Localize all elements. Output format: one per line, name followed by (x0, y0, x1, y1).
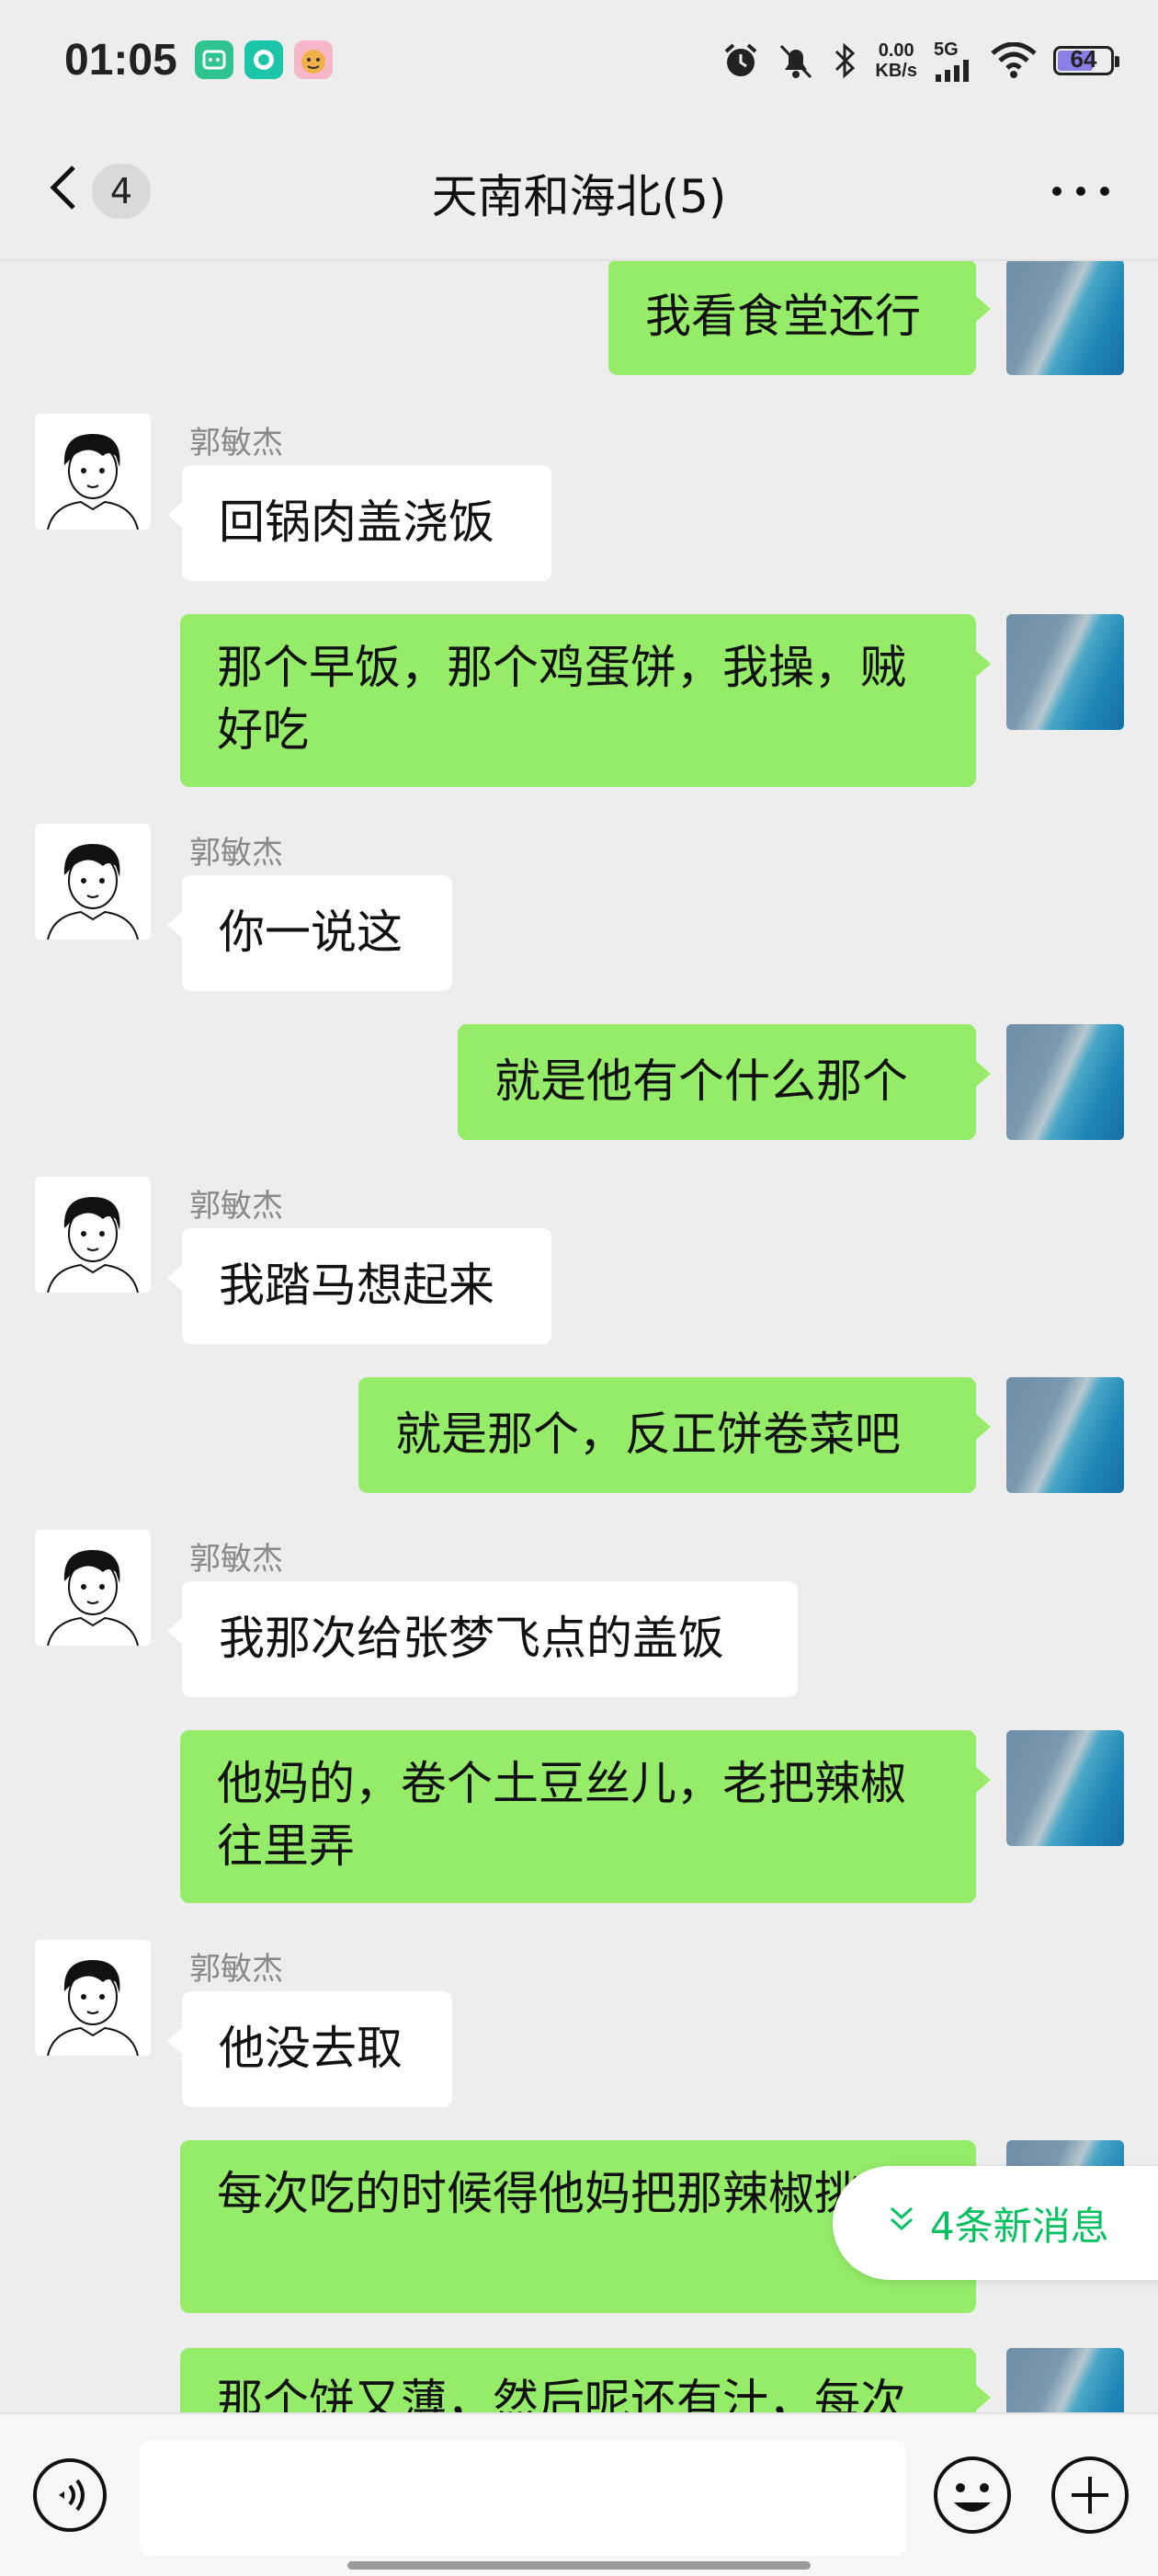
message-bubble-received[interactable]: 我踏马想起来 (167, 1228, 551, 1344)
my-avatar[interactable] (1006, 614, 1124, 730)
home-indicator[interactable] (347, 2561, 811, 2570)
app-icon-3 (294, 40, 333, 79)
sender-name: 郭敏杰 (189, 1188, 283, 1225)
sender-name: 郭敏杰 (189, 425, 283, 462)
plus-icon[interactable] (1050, 2455, 1130, 2536)
chat-header: 4 天南和海北(5) (0, 120, 1158, 261)
more-icon[interactable] (1044, 164, 1118, 219)
wifi-icon (991, 42, 1037, 78)
double-chevron-down-icon (890, 2206, 914, 2231)
alarm-icon (725, 43, 757, 76)
contact-avatar[interactable] (35, 824, 151, 940)
contact-avatar[interactable] (35, 1177, 151, 1293)
signal-icon (936, 60, 969, 82)
message-bubble-sent[interactable]: 我看食堂还行 (608, 261, 991, 375)
clock: 01:05 (64, 36, 177, 85)
voice-input-icon[interactable] (31, 2456, 108, 2534)
message-bubble-sent[interactable]: 那个早饭，那个鸡蛋饼，我操，贼好吃 (180, 614, 991, 787)
message-bubble-received[interactable]: 你一说这 (167, 875, 452, 991)
mute-icon (780, 44, 812, 79)
status-bar: 01:05 0.00 KB/s 5G 64 (0, 0, 1158, 120)
contact-avatar[interactable] (35, 414, 151, 530)
bluetooth-icon (835, 42, 856, 79)
contact-avatar[interactable] (35, 1940, 151, 2056)
message-bubble-received[interactable]: 我那次给张梦飞点的盖饭 (167, 1581, 798, 1697)
my-avatar[interactable] (1006, 261, 1124, 375)
sender-name: 郭敏杰 (189, 1541, 283, 1578)
message-bubble-received[interactable]: 回锅肉盖浇饭 (167, 465, 551, 581)
message-bubble-sent[interactable]: 他妈的，卷个土豆丝儿，老把辣椒往里弄 (180, 1730, 991, 1903)
new-messages-button[interactable]: 4条新消息 (833, 2166, 1158, 2280)
message-bubble-sent[interactable]: 那个饼又薄，然后呢还有汁，每次 (180, 2348, 991, 2412)
my-avatar[interactable] (1006, 2348, 1124, 2412)
sender-name: 郭敏杰 (189, 1951, 283, 1988)
message-input[interactable] (140, 2440, 906, 2556)
my-avatar[interactable] (1006, 1024, 1124, 1140)
system-icons: 0.00 KB/s 5G 64 (721, 33, 1119, 88)
message-bubble-received[interactable]: 他没去取 (167, 1991, 452, 2107)
battery-icon: 64 (1053, 45, 1119, 75)
emoji-icon[interactable] (932, 2455, 1013, 2536)
message-bubble-sent[interactable]: 就是那个，反正饼卷菜吧 (358, 1377, 991, 1493)
contact-avatar[interactable] (35, 1530, 151, 1646)
my-avatar[interactable] (1006, 1377, 1124, 1493)
app-icon-1 (195, 40, 233, 79)
chat-title: 天南和海北(5) (431, 170, 727, 223)
input-bar (0, 2412, 1158, 2576)
message-bubble-sent[interactable]: 就是他有个什么那个 (458, 1024, 991, 1140)
app-icon-2 (244, 40, 283, 79)
signal-indicator: 5G (934, 40, 974, 82)
sender-name: 郭敏杰 (189, 835, 283, 872)
my-avatar[interactable] (1006, 1730, 1124, 1846)
new-messages-label: 4条新消息 (930, 2204, 1109, 2249)
net-rate: 0.00 KB/s (875, 40, 917, 81)
message-list[interactable]: 我看食堂还行 郭敏杰 回锅肉盖浇饭 那个早饭，那个鸡蛋饼，我操，贼好吃 郭敏杰 … (0, 261, 1158, 2412)
